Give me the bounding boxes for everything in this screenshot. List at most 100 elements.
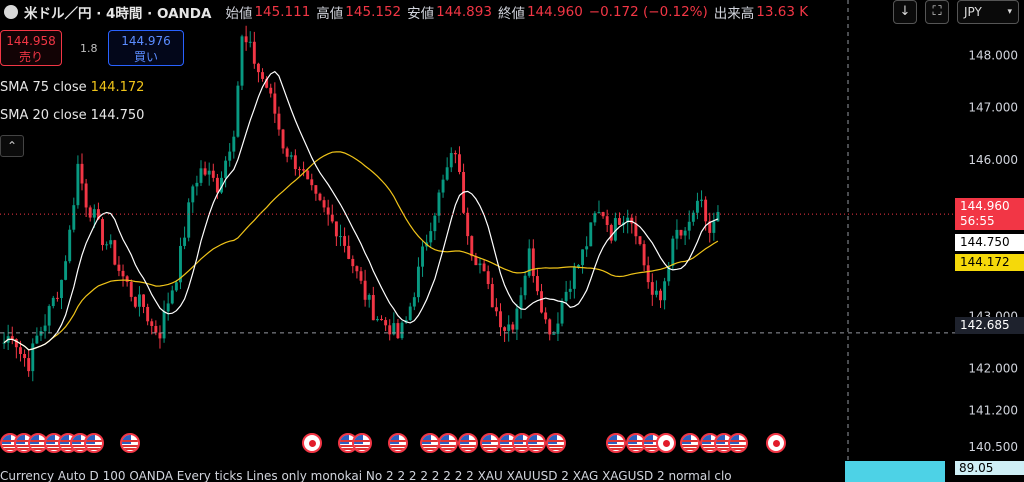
candle-body: [433, 215, 437, 232]
candle-body: [261, 72, 264, 79]
candle-body: [76, 163, 80, 206]
us-flag-icon[interactable]: [546, 433, 566, 453]
jp-flag-icon[interactable]: [766, 433, 786, 453]
candle-body: [449, 153, 453, 168]
candle-body: [671, 238, 675, 266]
candle-body: [211, 170, 215, 178]
y-tick-label: 141.200: [968, 403, 1018, 417]
candle-body: [564, 291, 568, 302]
candle-body: [605, 216, 609, 225]
candle-body: [421, 246, 424, 267]
close-label: 終値: [497, 6, 525, 22]
candle-body: [663, 281, 667, 301]
candle-body: [187, 202, 191, 238]
us-flag-icon[interactable]: [526, 433, 546, 453]
candle-body: [101, 219, 104, 246]
candle-body: [515, 308, 519, 330]
sma20-price-tag: 144.750: [955, 234, 1024, 251]
candle-body: [273, 93, 277, 114]
sma75-price-tag: 144.172: [955, 254, 1024, 271]
candle-body: [137, 294, 141, 307]
jp-flag-icon[interactable]: [302, 433, 322, 453]
candle-body: [248, 41, 252, 43]
candle-body: [318, 193, 322, 201]
us-flag-icon[interactable]: [84, 433, 104, 453]
candle-body: [388, 325, 392, 335]
candle-body: [60, 279, 63, 299]
us-flag-icon[interactable]: [680, 433, 700, 453]
candle-body: [429, 231, 433, 243]
price-chart[interactable]: 148.000147.000146.000145.000144.000143.0…: [0, 0, 1024, 482]
candle-body: [240, 36, 244, 86]
symbol-icon: [4, 5, 18, 19]
sell-button[interactable]: 144.958 売り: [0, 30, 62, 66]
candle-body: [675, 229, 679, 239]
scroll-down-icon[interactable]: ↓: [893, 0, 917, 24]
candle-body: [162, 311, 166, 339]
candle-body: [359, 271, 363, 281]
us-flag-icon[interactable]: [458, 433, 478, 453]
price-axis: 148.000147.000146.000145.000144.000143.0…: [968, 48, 1018, 454]
sma75-legend[interactable]: SMA 75 close 144.172: [0, 80, 144, 95]
candle-body: [470, 236, 474, 257]
candle-body: [113, 240, 117, 265]
last-price-value: 144.960: [960, 199, 1010, 213]
us-flag-icon[interactable]: [420, 433, 440, 453]
candle-body: [535, 276, 539, 292]
candle-body: [396, 323, 400, 339]
candle-body: [679, 229, 683, 236]
candle-body: [158, 332, 162, 339]
candle-body: [64, 261, 68, 280]
fullscreen-icon[interactable]: ⛶: [925, 0, 949, 24]
candle-body: [494, 307, 498, 312]
candle-body: [695, 200, 699, 213]
us-flag-icon[interactable]: [728, 433, 748, 453]
sma20-legend[interactable]: SMA 20 close 144.750: [0, 108, 144, 123]
candle-body: [478, 263, 482, 266]
sma20-legend-value: 144.750: [90, 108, 145, 123]
open-label: 始値: [225, 6, 253, 22]
candle-body: [560, 301, 564, 324]
candle-body: [203, 168, 207, 175]
candle-body: [400, 322, 404, 339]
candle-body: [585, 246, 589, 250]
candle-body: [441, 179, 445, 193]
candle-body: [544, 312, 548, 320]
candle-body: [19, 347, 22, 354]
us-flag-icon[interactable]: [352, 433, 372, 453]
candle-body: [499, 311, 502, 328]
candle-body: [293, 155, 297, 170]
candle-body: [31, 343, 35, 372]
candle-body: [371, 295, 375, 321]
us-flag-icon[interactable]: [388, 433, 408, 453]
us-flag-icon[interactable]: [120, 433, 140, 453]
candle-body: [408, 306, 412, 321]
us-flag-icon[interactable]: [480, 433, 500, 453]
candle-body: [597, 212, 601, 214]
sell-price: 144.958: [6, 34, 56, 48]
candle-body: [310, 179, 314, 186]
high-value: 145.152: [345, 4, 402, 20]
symbol-title[interactable]: 米ドル／円 · 4時間 · OANDA: [24, 2, 211, 22]
us-flag-icon[interactable]: [606, 433, 626, 453]
candle-body: [88, 207, 92, 218]
candle-body: [453, 153, 457, 155]
candle-body: [10, 336, 14, 340]
us-flag-icon[interactable]: [438, 433, 458, 453]
candle-body: [269, 87, 273, 94]
candle-body: [322, 200, 326, 208]
candle-body: [523, 275, 527, 296]
currency-select[interactable]: JPY ▾: [957, 0, 1019, 24]
candle-body: [646, 265, 650, 283]
candle-body: [105, 244, 109, 246]
buy-button[interactable]: 144.976 買い: [108, 30, 184, 66]
candle-body: [39, 331, 43, 336]
last-price-tag: 144.960 56:55: [955, 198, 1024, 230]
y-tick-label: 140.500: [968, 440, 1018, 454]
chevron-up-icon[interactable]: ⌃: [0, 135, 24, 157]
volume-label: 出来高: [713, 6, 755, 22]
candle-body: [285, 148, 289, 157]
candle-body: [593, 213, 597, 223]
candle-body: [80, 163, 84, 184]
jp-flag-icon[interactable]: [656, 433, 676, 453]
